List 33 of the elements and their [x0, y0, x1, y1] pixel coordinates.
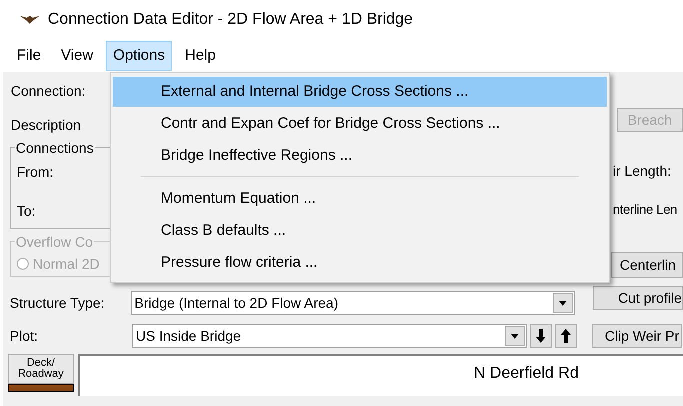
- menu-entry[interactable]: Contr and Expan Coef for Bridge Cross Sections ...: [113, 109, 607, 139]
- menu-entry[interactable]: Pressure flow criteria ...: [113, 248, 607, 278]
- road-label: N Deerfield Rd: [474, 364, 579, 382]
- deck-roadway-button[interactable]: Deck/ Roadway: [8, 354, 74, 384]
- menu-item[interactable]: Help: [178, 40, 223, 72]
- field-label: Connection:: [11, 82, 86, 100]
- up-arrow-icon: [561, 329, 571, 343]
- field-label: To:: [17, 202, 37, 221]
- cut-profile-button[interactable]: Cut profile: [593, 286, 683, 310]
- combo-box[interactable]: Bridge (Internal to 2D Flow Area): [130, 291, 576, 315]
- radio-label: Normal 2D: [33, 254, 100, 274]
- down-arrow-button[interactable]: [530, 324, 552, 348]
- menu-entry[interactable]: External and Internal Bridge Cross Sections ...: [113, 77, 607, 107]
- field-label: From:: [17, 163, 55, 182]
- menu-item[interactable]: File: [10, 40, 48, 72]
- field-label: Plot:: [10, 326, 40, 346]
- menu-entry[interactable]: Momentum Equation ...: [113, 184, 607, 214]
- centerline-button[interactable]: Centerlin: [611, 252, 683, 278]
- down-arrow-icon: [536, 329, 546, 343]
- field-label: Structure Type:: [10, 294, 106, 313]
- combo-box[interactable]: US Inside Bridge: [132, 324, 527, 348]
- roadway-swatch: [8, 384, 74, 392]
- menu-entry[interactable]: Bridge Ineffective Regions ...: [113, 141, 607, 171]
- app-icon: [20, 15, 40, 25]
- up-arrow-button[interactable]: [555, 324, 577, 348]
- menu-item[interactable]: View: [54, 40, 100, 72]
- menu-item[interactable]: Options: [106, 40, 172, 72]
- field-label: Description: [11, 116, 82, 135]
- window-title: Connection Data Editor - 2D Flow Area + 1D Bridge: [48, 10, 414, 30]
- field-label: ir Length:: [613, 162, 672, 181]
- menu-entry[interactable]: Class B defaults ...: [113, 216, 607, 246]
- field-label: nterline Len: [613, 200, 678, 219]
- clip-weir-button[interactable]: Clip Weir Pr: [592, 324, 682, 348]
